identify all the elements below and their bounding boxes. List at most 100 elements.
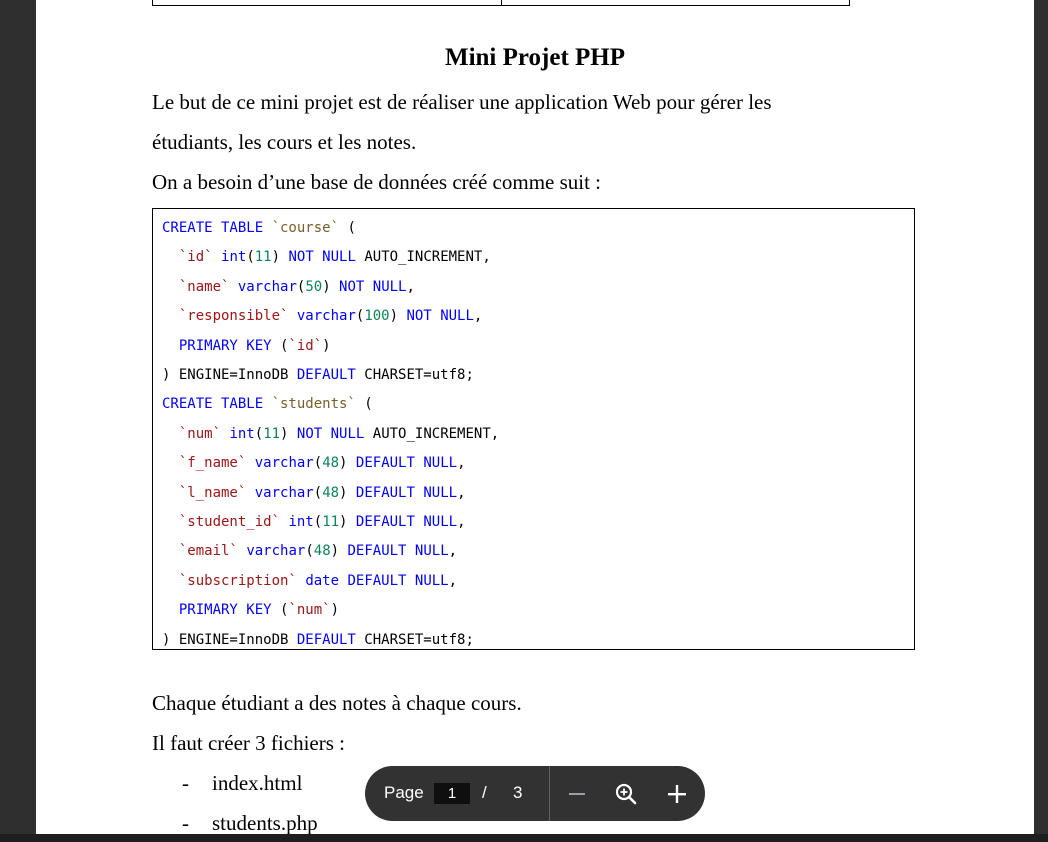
code-token: `name` bbox=[178, 278, 230, 295]
code-token: ) bbox=[322, 278, 340, 295]
zoom-in-icon bbox=[615, 783, 637, 805]
code-token: 48 bbox=[322, 484, 340, 501]
zoom-in-button[interactable] bbox=[661, 778, 693, 810]
code-token: ) bbox=[330, 602, 340, 619]
code-token: ( bbox=[246, 249, 255, 266]
intro-line-2: étudiants, les cours et les notes. bbox=[152, 130, 417, 154]
code-token: AUTO_INCREMENT, bbox=[364, 425, 500, 442]
code-token: ( bbox=[305, 543, 314, 560]
code-line: `f_name` varchar(48) DEFAULT NULL, bbox=[162, 455, 466, 471]
bullet-dash: - bbox=[182, 771, 189, 795]
code-token: , bbox=[473, 308, 483, 325]
code-token: `l_name` bbox=[178, 484, 247, 501]
code-line: `responsible` varchar(100) NOT NULL, bbox=[162, 308, 483, 325]
code-token: int bbox=[288, 514, 314, 530]
code-token: CHARSET=utf8; bbox=[355, 367, 474, 383]
code-token: 48 bbox=[313, 543, 331, 560]
code-line: CREATE TABLE `students` ( bbox=[162, 396, 373, 412]
code-token: ( bbox=[271, 337, 289, 354]
code-token: ) bbox=[339, 455, 356, 472]
code-token: ( bbox=[313, 484, 323, 501]
code-token: ( bbox=[254, 425, 264, 442]
code-token: , bbox=[448, 543, 458, 560]
table-divider bbox=[501, 0, 502, 5]
code-line: `l_name` varchar(48) DEFAULT NULL, bbox=[162, 485, 466, 501]
code-token: ( bbox=[271, 602, 289, 619]
code-token: 48 bbox=[322, 455, 340, 472]
code-token: `course` bbox=[271, 220, 340, 236]
code-token: NOT NULL bbox=[296, 425, 365, 442]
code-token: ( bbox=[313, 514, 323, 530]
previous-table-bottom bbox=[152, 0, 850, 6]
code-token: `subscription` bbox=[178, 572, 297, 589]
code-token: int bbox=[229, 425, 255, 442]
code-token: date DEFAULT NULL bbox=[305, 572, 449, 589]
code-line: ) ENGINE=InnoDB DEFAULT CHARSET=utf8; bbox=[162, 367, 474, 383]
code-token: ( bbox=[355, 396, 373, 413]
code-token: `id` bbox=[288, 337, 323, 354]
code-token: `num` bbox=[288, 602, 331, 619]
after-code-line-1: Chaque étudiant a des notes à chaque cou… bbox=[152, 691, 522, 715]
code-token: , bbox=[448, 572, 458, 589]
code-token: varchar bbox=[246, 543, 306, 560]
fit-zoom-button[interactable] bbox=[610, 778, 642, 810]
page-separator: / bbox=[482, 783, 487, 802]
code-line: `name` varchar(50) NOT NULL, bbox=[162, 279, 415, 295]
code-token: ) ENGINE=InnoDB bbox=[162, 631, 297, 648]
page-number-input[interactable]: 1 bbox=[434, 783, 470, 804]
code-token: int bbox=[221, 249, 247, 266]
code-line: PRIMARY KEY (`num`) bbox=[162, 602, 339, 618]
db-intro-line: On a besoin d’une base de données créé c… bbox=[152, 170, 602, 194]
code-token: varchar bbox=[237, 278, 297, 295]
code-line: CREATE TABLE `course` ( bbox=[162, 220, 356, 236]
scrollbar-track[interactable] bbox=[1034, 0, 1048, 842]
code-token: `email` bbox=[178, 543, 238, 560]
page-label: Page bbox=[384, 783, 424, 802]
code-token: `f_name` bbox=[178, 455, 247, 472]
code-line: `student_id` int(11) DEFAULT NULL, bbox=[162, 514, 466, 530]
code-line: `subscription` date DEFAULT NULL, bbox=[162, 573, 457, 589]
code-token: DEFAULT NULL bbox=[355, 514, 458, 530]
bullet-item-index-html: index.html bbox=[212, 771, 303, 795]
sql-code-block: CREATE TABLE `course` ( `id` int(11) NOT… bbox=[152, 208, 915, 650]
code-line: PRIMARY KEY (`id`) bbox=[162, 338, 331, 354]
code-token: CHARSET=utf8; bbox=[355, 631, 474, 648]
code-token: PRIMARY KEY bbox=[178, 337, 272, 354]
code-token: AUTO_INCREMENT, bbox=[355, 249, 491, 266]
code-token: DEFAULT NULL bbox=[355, 484, 458, 501]
code-token: 11 bbox=[254, 249, 272, 266]
plus-icon bbox=[668, 785, 686, 803]
code-token: varchar bbox=[254, 455, 314, 472]
code-token: DEFAULT NULL bbox=[355, 455, 458, 472]
zoom-out-button[interactable] bbox=[561, 778, 593, 810]
code-token: ) bbox=[389, 308, 407, 325]
code-token: varchar bbox=[254, 484, 314, 501]
pdf-page: Mini Projet PHP Le but de ce mini projet… bbox=[36, 0, 1034, 834]
code-token: varchar bbox=[296, 308, 356, 325]
code-line: `num` int(11) NOT NULL AUTO_INCREMENT, bbox=[162, 426, 499, 442]
code-token: `id` bbox=[178, 249, 213, 266]
code-token: `responsible` bbox=[178, 308, 289, 325]
minus-icon bbox=[569, 793, 585, 795]
code-token: PRIMARY KEY bbox=[178, 602, 272, 619]
code-token: NOT NULL bbox=[339, 278, 407, 295]
code-token: ) bbox=[322, 337, 331, 354]
code-token: , bbox=[457, 455, 466, 472]
code-token: ( bbox=[339, 220, 356, 236]
code-token: ) bbox=[271, 249, 289, 266]
code-token: 11 bbox=[263, 425, 281, 442]
code-token: 100 bbox=[364, 308, 390, 325]
after-code-line-2: Il faut créer 3 fichiers : bbox=[152, 731, 345, 755]
code-token: `num` bbox=[178, 425, 222, 442]
code-token: ( bbox=[313, 455, 323, 472]
